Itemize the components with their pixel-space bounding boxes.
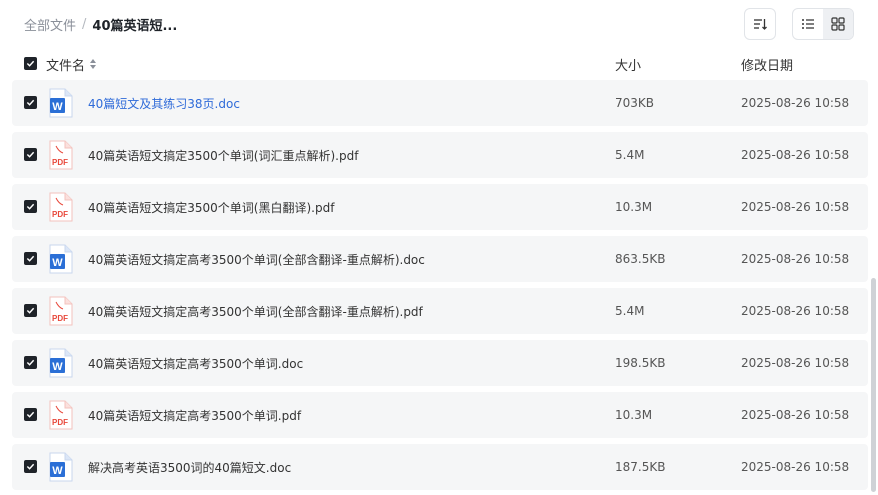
scrollbar[interactable] (871, 278, 876, 492)
breadcrumb: 全部文件 / 40篇英语短... (24, 14, 177, 34)
file-size: 198.5KB (615, 356, 666, 370)
file-date: 2025-08-26 10:58 (741, 96, 850, 110)
pdf-icon: PDF (49, 296, 73, 326)
file-row[interactable]: PDF 40篇英语短文搞定高考3500个单词.pdf 10.3M 2025-08… (12, 392, 868, 438)
column-header-name[interactable]: 文件名 (46, 55, 97, 74)
breadcrumb-root[interactable]: 全部文件 (24, 15, 76, 34)
file-row[interactable]: W 40篇短文及其练习38页.doc 703KB 2025-08-26 10:5… (12, 80, 868, 126)
file-name[interactable]: 40篇英语短文搞定高考3500个单词.doc (88, 355, 303, 372)
file-name[interactable]: 40篇英语短文搞定高考3500个单词(全部含翻译-重点解析).pdf (88, 303, 423, 320)
list-header: 文件名 大小 修改日期 (24, 52, 854, 76)
file-size: 5.4M (615, 304, 645, 318)
check-icon (26, 307, 35, 314)
check-icon (26, 255, 35, 262)
svg-text:PDF: PDF (52, 158, 68, 167)
file-size: 863.5KB (615, 252, 666, 266)
check-icon (26, 411, 35, 418)
check-icon (26, 99, 35, 106)
file-date: 2025-08-26 10:58 (741, 304, 850, 318)
file-row[interactable]: PDF 40篇英语短文搞定3500个单词(词汇重点解析).pdf 5.4M 20… (12, 132, 868, 178)
file-row[interactable]: W 解决高考英语3500词的40篇短文.doc 187.5KB 2025-08-… (12, 444, 868, 490)
svg-text:W: W (52, 101, 63, 113)
svg-text:W: W (52, 361, 63, 373)
select-all-checkbox[interactable] (24, 57, 37, 70)
check-icon (26, 463, 35, 470)
file-list: W 40篇短文及其练习38页.doc 703KB 2025-08-26 10:5… (12, 80, 868, 495)
row-checkbox[interactable] (24, 200, 37, 213)
row-checkbox[interactable] (24, 408, 37, 421)
file-size: 5.4M (615, 148, 645, 162)
column-header-name-label: 文件名 (46, 58, 86, 74)
file-date: 2025-08-26 10:58 (741, 460, 850, 474)
row-checkbox[interactable] (24, 252, 37, 265)
column-header-date[interactable]: 修改日期 (741, 55, 793, 74)
row-checkbox[interactable] (24, 356, 37, 369)
view-switch (792, 8, 854, 40)
file-name[interactable]: 40篇英语短文搞定高考3500个单词.pdf (88, 407, 301, 424)
file-date: 2025-08-26 10:58 (741, 356, 850, 370)
check-icon (26, 203, 35, 210)
breadcrumb-current: 40篇英语短... (92, 18, 178, 34)
file-name[interactable]: 40篇英语短文搞定3500个单词(词汇重点解析).pdf (88, 147, 358, 164)
file-row[interactable]: PDF 40篇英语短文搞定高考3500个单词(全部含翻译-重点解析).pdf 5… (12, 288, 868, 334)
row-checkbox[interactable] (24, 460, 37, 473)
file-name[interactable]: 解决高考英语3500词的40篇短文.doc (88, 459, 291, 476)
file-row[interactable]: PDF 40篇英语短文搞定3500个单词(黑白翻译).pdf 10.3M 202… (12, 184, 868, 230)
file-row[interactable]: W 40篇英语短文搞定高考3500个单词(全部含翻译-重点解析).doc 863… (12, 236, 868, 282)
check-icon (26, 359, 35, 366)
grid-view-button[interactable] (823, 9, 853, 39)
file-size: 703KB (615, 96, 655, 110)
file-browser: 全部文件 / 40篇英语短... 文件名 大小 修改日期 W 40篇短文及其练习… (0, 0, 878, 495)
file-size: 10.3M (615, 408, 653, 422)
sort-icon (754, 19, 767, 30)
pdf-icon: PDF (49, 192, 73, 222)
svg-text:W: W (52, 465, 63, 477)
row-checkbox[interactable] (24, 148, 37, 161)
list-view-icon (802, 19, 814, 29)
grid-view-icon (831, 17, 845, 31)
word-doc-icon: W (49, 88, 73, 118)
word-doc-icon: W (49, 348, 73, 378)
breadcrumb-separator: / (82, 16, 87, 32)
svg-text:PDF: PDF (52, 418, 68, 427)
file-size: 10.3M (615, 200, 653, 214)
file-date: 2025-08-26 10:58 (741, 148, 850, 162)
file-row[interactable]: W 40篇英语短文搞定高考3500个单词.doc 198.5KB 2025-08… (12, 340, 868, 386)
file-date: 2025-08-26 10:58 (741, 408, 850, 422)
file-date: 2025-08-26 10:58 (741, 252, 850, 266)
row-checkbox[interactable] (24, 96, 37, 109)
svg-text:PDF: PDF (52, 314, 68, 323)
pdf-icon: PDF (49, 400, 73, 430)
sort-toggle-icon (90, 59, 97, 69)
row-checkbox[interactable] (24, 304, 37, 317)
toolbar (744, 8, 854, 40)
sort-button[interactable] (744, 8, 776, 40)
file-name[interactable]: 40篇英语短文搞定3500个单词(黑白翻译).pdf (88, 199, 334, 216)
file-date: 2025-08-26 10:58 (741, 200, 850, 214)
list-view-button[interactable] (793, 9, 823, 39)
word-doc-icon: W (49, 244, 73, 274)
file-size: 187.5KB (615, 460, 666, 474)
svg-text:W: W (52, 257, 63, 269)
check-icon (26, 151, 35, 158)
check-icon (26, 60, 35, 67)
file-name[interactable]: 40篇短文及其练习38页.doc (88, 95, 240, 112)
word-doc-icon: W (49, 452, 73, 482)
svg-text:PDF: PDF (52, 210, 68, 219)
column-header-size[interactable]: 大小 (615, 55, 641, 74)
file-name[interactable]: 40篇英语短文搞定高考3500个单词(全部含翻译-重点解析).doc (88, 251, 425, 268)
pdf-icon: PDF (49, 140, 73, 170)
